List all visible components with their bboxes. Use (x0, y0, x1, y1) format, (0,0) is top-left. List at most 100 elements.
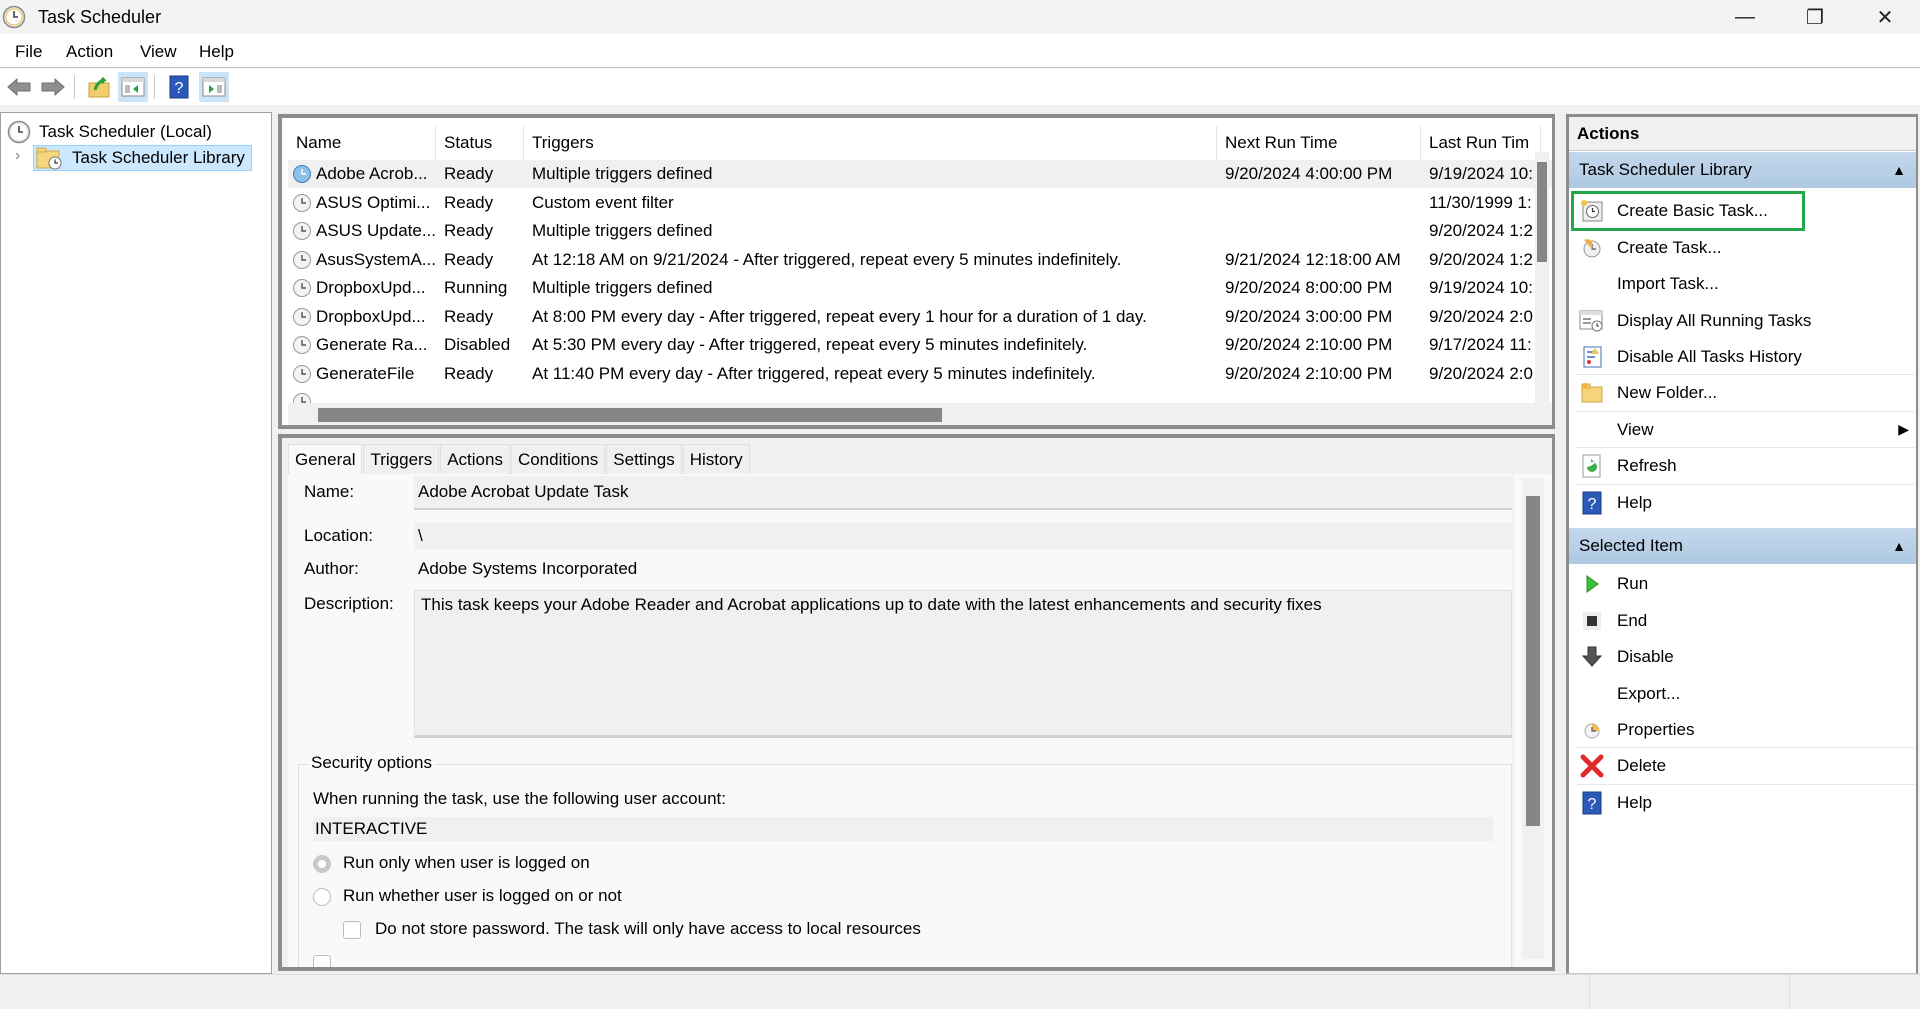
properties-icon (1579, 717, 1605, 743)
author-value: Adobe Systems Incorporated (418, 559, 638, 578)
column-header-name[interactable]: Name (288, 126, 436, 160)
action-export[interactable]: Export... (1575, 676, 1915, 712)
delete-icon (1579, 753, 1605, 779)
task-triggers: Multiple triggers defined (532, 221, 713, 240)
task-last-run-time: 9/19/2024 10: (1429, 278, 1533, 297)
column-header-last-run-time[interactable]: Last Run Tim (1421, 126, 1541, 160)
task-status: Ready (444, 221, 494, 240)
clock-icon (7, 120, 31, 144)
description-field[interactable]: This task keeps your Adobe Reader and Ac… (414, 590, 1512, 738)
task-row[interactable]: DropboxUpd... Ready At 8:00 PM every day -… (288, 303, 1552, 331)
checkbox-do-not-store-password[interactable] (343, 921, 361, 939)
forward-button[interactable] (38, 72, 68, 102)
task-list-vertical-scrollbar[interactable] (1535, 152, 1549, 422)
svg-text:?: ? (1588, 496, 1597, 513)
collapse-caret-icon[interactable]: ▲ (1892, 528, 1906, 564)
action-delete[interactable]: Delete (1575, 749, 1915, 785)
action-new-folder[interactable]: New Folder... (1575, 376, 1915, 412)
task-row[interactable]: Generate Ra... Disabled At 5:30 PM every d… (288, 331, 1552, 359)
action-view[interactable]: View ▶ (1575, 412, 1915, 448)
action-create-task[interactable]: Create Task... (1575, 230, 1915, 266)
menu-help[interactable]: Help (199, 42, 234, 62)
scrollbar-thumb[interactable] (1526, 496, 1540, 826)
action-help[interactable]: ? Help (1575, 785, 1915, 821)
action-properties[interactable]: Properties (1575, 712, 1915, 748)
task-row[interactable]: DropboxUpd... Running Multiple triggers de… (288, 274, 1552, 302)
task-next-run-time: 9/20/2024 3:00:00 PM (1225, 306, 1393, 326)
section-selected-item[interactable]: Selected Item ▲ (1569, 528, 1916, 564)
submenu-arrow-icon: ▶ (1898, 421, 1909, 437)
checkbox-partial[interactable] (313, 955, 331, 967)
detail-vertical-scrollbar[interactable] (1514, 474, 1552, 967)
radio-run-only-when-logged-on-label[interactable]: Run only when user is logged on (343, 853, 590, 873)
show-hide-action-pane-button[interactable] (199, 72, 229, 102)
tab-conditions[interactable]: Conditions (510, 444, 606, 474)
menu-file[interactable]: File (15, 42, 42, 62)
radio-run-only-when-logged-on[interactable] (313, 855, 331, 873)
tab-general[interactable]: General (288, 444, 363, 476)
tab-triggers[interactable]: Triggers (363, 444, 440, 474)
section-title: Task Scheduler Library (1579, 160, 1752, 179)
task-triggers: Custom event filter (532, 192, 674, 212)
show-hide-console-tree-button[interactable] (118, 72, 148, 102)
forward-arrow-icon (41, 77, 65, 97)
column-header-status[interactable]: Status (436, 126, 524, 160)
task-row[interactable]: Adobe Acrob... Ready Multiple triggers def… (288, 160, 1552, 188)
action-display-all-running-tasks[interactable]: Display All Running Tasks (1575, 303, 1915, 339)
task-next-run-time: 9/21/2024 12:18:00 AM (1225, 249, 1401, 269)
column-header-triggers[interactable]: Triggers (524, 126, 1217, 160)
up-one-level-button[interactable] (84, 72, 114, 102)
tree-item-task-scheduler-library[interactable]: Task Scheduler Library (33, 145, 252, 171)
up-folder-icon (88, 76, 110, 98)
task-last-run-time: 9/20/2024 1:2 (1429, 221, 1533, 240)
detail-tabs: General Triggers Actions Conditions Sett… (288, 444, 751, 476)
minimize-button[interactable]: — (1710, 0, 1780, 34)
scrollbar-thumb[interactable] (318, 408, 942, 422)
back-button[interactable] (4, 72, 34, 102)
task-clock-icon (293, 193, 311, 212)
task-name: DropboxUpd... (316, 278, 426, 297)
action-import-task[interactable]: Import Task... (1575, 266, 1915, 302)
task-name: ASUS Optimi... (316, 192, 431, 212)
action-disable-all-tasks-history[interactable]: Disable All Tasks History (1575, 339, 1915, 375)
task-row[interactable]: AsusSystemA... Ready At 12:18 AM on 9/21/2… (288, 246, 1552, 274)
location-field[interactable]: \ (414, 522, 1512, 550)
tab-settings[interactable]: Settings (606, 444, 682, 474)
task-status: Running (444, 278, 508, 297)
action-help[interactable]: ? Help (1575, 485, 1915, 521)
tab-actions[interactable]: Actions (440, 444, 510, 474)
radio-run-whether-logged-on[interactable] (313, 888, 331, 906)
task-row[interactable]: ASUS Optimi... Ready Custom event filter 11… (288, 189, 1552, 217)
tree-expander-icon[interactable]: › (15, 147, 20, 165)
help-button[interactable]: ? (164, 72, 194, 102)
collapse-caret-icon[interactable]: ▲ (1892, 152, 1906, 188)
menu-action[interactable]: Action (66, 42, 113, 62)
menu-view[interactable]: View (140, 42, 177, 62)
svg-text:?: ? (1588, 796, 1597, 813)
task-list-header: Name Status Triggers Next Run Time Last … (288, 126, 1552, 160)
action-label: Run (1617, 574, 1649, 593)
radio-run-whether-logged-on-label[interactable]: Run whether user is logged on or not (343, 886, 622, 906)
help-icon: ? (169, 75, 189, 99)
action-label: Delete (1617, 756, 1667, 775)
task-clock-icon (293, 279, 311, 297)
task-clock-icon (293, 307, 311, 326)
task-row[interactable]: ASUS Update... Ready Multiple triggers def… (288, 217, 1552, 245)
scrollbar-thumb[interactable] (1537, 162, 1547, 262)
action-refresh[interactable]: Refresh (1575, 449, 1915, 485)
task-list-horizontal-scrollbar[interactable] (288, 403, 1552, 425)
column-header-next-run-time[interactable]: Next Run Time (1217, 126, 1421, 160)
section-task-scheduler-library[interactable]: Task Scheduler Library ▲ (1569, 152, 1916, 188)
action-end[interactable]: End (1575, 603, 1915, 639)
close-button[interactable]: ✕ (1850, 0, 1920, 34)
task-row[interactable]: GenerateFile Ready At 11:40 PM every day -… (288, 360, 1552, 388)
action-disable[interactable]: Disable (1575, 639, 1915, 675)
restore-button[interactable]: ❐ (1780, 0, 1850, 34)
task-triggers: At 8:00 PM every day - After triggered, … (532, 306, 1147, 326)
run-icon (1579, 571, 1605, 597)
tree-item-task-scheduler-local[interactable]: Task Scheduler (Local) (7, 119, 212, 145)
checkbox-do-not-store-password-label[interactable]: Do not store password. The task will onl… (375, 919, 921, 939)
name-field[interactable]: Adobe Acrobat Update Task (414, 476, 1512, 510)
action-run[interactable]: Run (1575, 566, 1915, 602)
tab-history[interactable]: History (682, 444, 750, 474)
